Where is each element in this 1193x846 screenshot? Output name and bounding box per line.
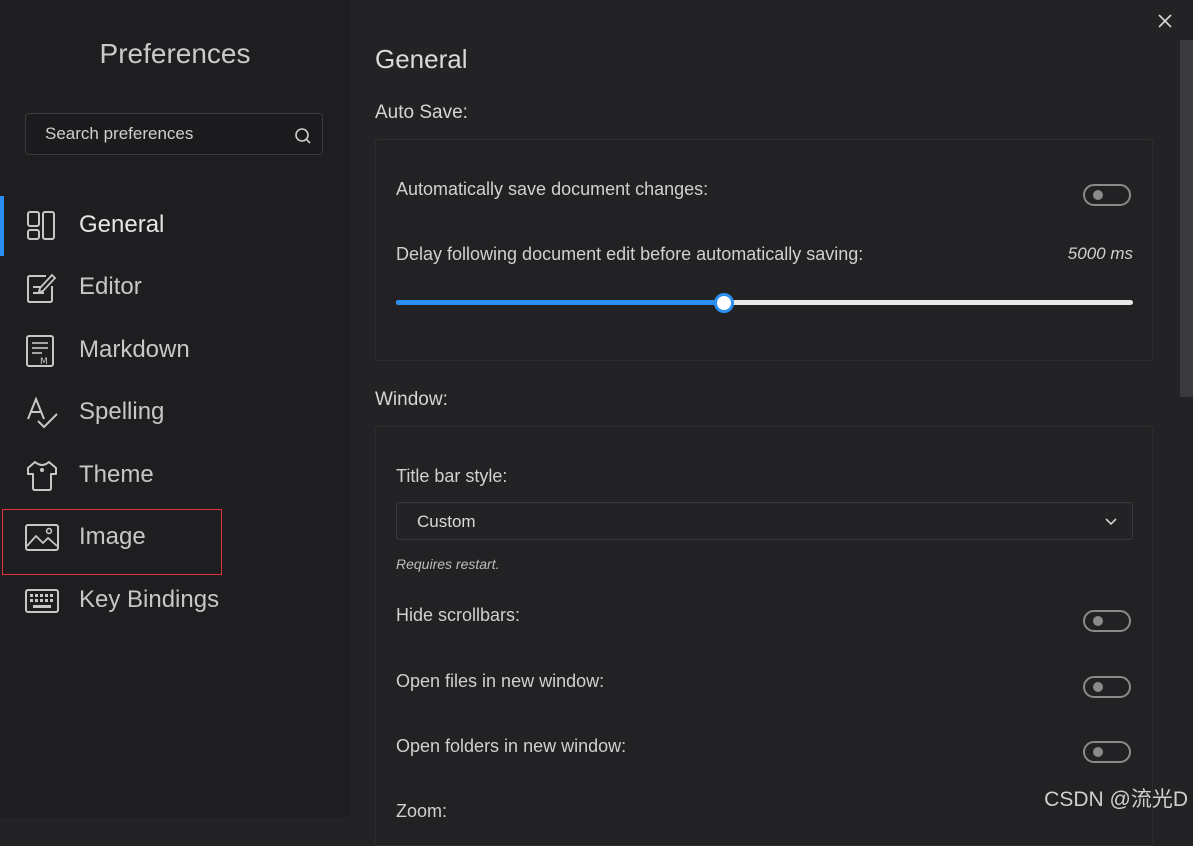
- auto-save-section-title: Auto Save:: [375, 102, 468, 123]
- chevron-down-icon: [1105, 518, 1117, 526]
- scrollbar[interactable]: [1180, 40, 1193, 397]
- sidebar: Preferences General Editor: [0, 0, 350, 817]
- requires-restart-hint: Requires restart.: [396, 556, 500, 572]
- delay-label: Delay following document edit before aut…: [396, 244, 864, 264]
- page-title: General: [375, 44, 468, 74]
- editor-icon: [27, 273, 57, 303]
- sidebar-item-label: General: [79, 211, 165, 238]
- open-files-toggle[interactable]: [1083, 676, 1131, 698]
- close-icon[interactable]: [1156, 12, 1174, 30]
- sidebar-item-label: Editor: [79, 273, 142, 300]
- sidebar-item-label: Key Bindings: [79, 586, 220, 613]
- main-panel: General Auto Save: Automatically save do…: [350, 0, 1193, 846]
- sidebar-item-theme[interactable]: Theme: [0, 448, 350, 504]
- slider-thumb[interactable]: [713, 293, 734, 313]
- sidebar-item-key-bindings[interactable]: Key Bindings: [0, 573, 350, 629]
- watermark: CSDN @流光D: [1044, 788, 1188, 811]
- toggle-knob: [1093, 190, 1103, 200]
- window-card: [375, 426, 1153, 846]
- open-folders-label: Open folders in new window:: [396, 736, 627, 756]
- auto-save-label: Automatically save document changes:: [396, 179, 709, 199]
- sidebar-item-general[interactable]: General: [0, 198, 350, 254]
- open-files-label: Open files in new window:: [396, 671, 605, 691]
- sidebar-item-label: Markdown: [79, 336, 190, 363]
- markdown-icon: M: [26, 335, 54, 367]
- open-folders-toggle[interactable]: [1083, 741, 1131, 763]
- search-icon[interactable]: [294, 127, 312, 145]
- toggle-knob: [1093, 682, 1103, 692]
- highlight-annotation: [2, 509, 222, 575]
- title-bar-style-label: Title bar style:: [396, 466, 508, 486]
- window-section-title: Window:: [375, 389, 448, 410]
- keyboard-icon: [25, 589, 59, 613]
- sidebar-item-markdown[interactable]: M Markdown: [0, 323, 350, 379]
- toggle-knob: [1093, 616, 1103, 626]
- sidebar-item-spelling[interactable]: Spelling: [0, 385, 350, 441]
- hide-scrollbars-label: Hide scrollbars:: [396, 605, 521, 625]
- toggle-knob: [1093, 747, 1103, 757]
- title-bar-style-select[interactable]: Custom: [396, 502, 1133, 540]
- hide-scrollbars-toggle[interactable]: [1083, 610, 1131, 632]
- svg-text:M: M: [40, 357, 48, 367]
- auto-save-toggle[interactable]: [1083, 184, 1131, 206]
- sidebar-item-label: Theme: [79, 461, 154, 488]
- spelling-icon: [27, 397, 58, 429]
- title-bar-style-value: Custom: [417, 512, 476, 531]
- delay-slider[interactable]: [396, 293, 1133, 313]
- search-input[interactable]: [26, 114, 300, 154]
- zoom-label: Zoom:: [396, 801, 448, 821]
- sidebar-item-editor[interactable]: Editor: [0, 260, 350, 316]
- sidebar-item-label: Spelling: [79, 398, 165, 425]
- general-icon: [27, 211, 55, 240]
- delay-value: 5000 ms: [1067, 244, 1133, 263]
- theme-icon: [27, 461, 57, 491]
- slider-fill: [396, 300, 724, 305]
- preferences-title: Preferences: [99, 38, 251, 69]
- search-box[interactable]: [25, 113, 323, 155]
